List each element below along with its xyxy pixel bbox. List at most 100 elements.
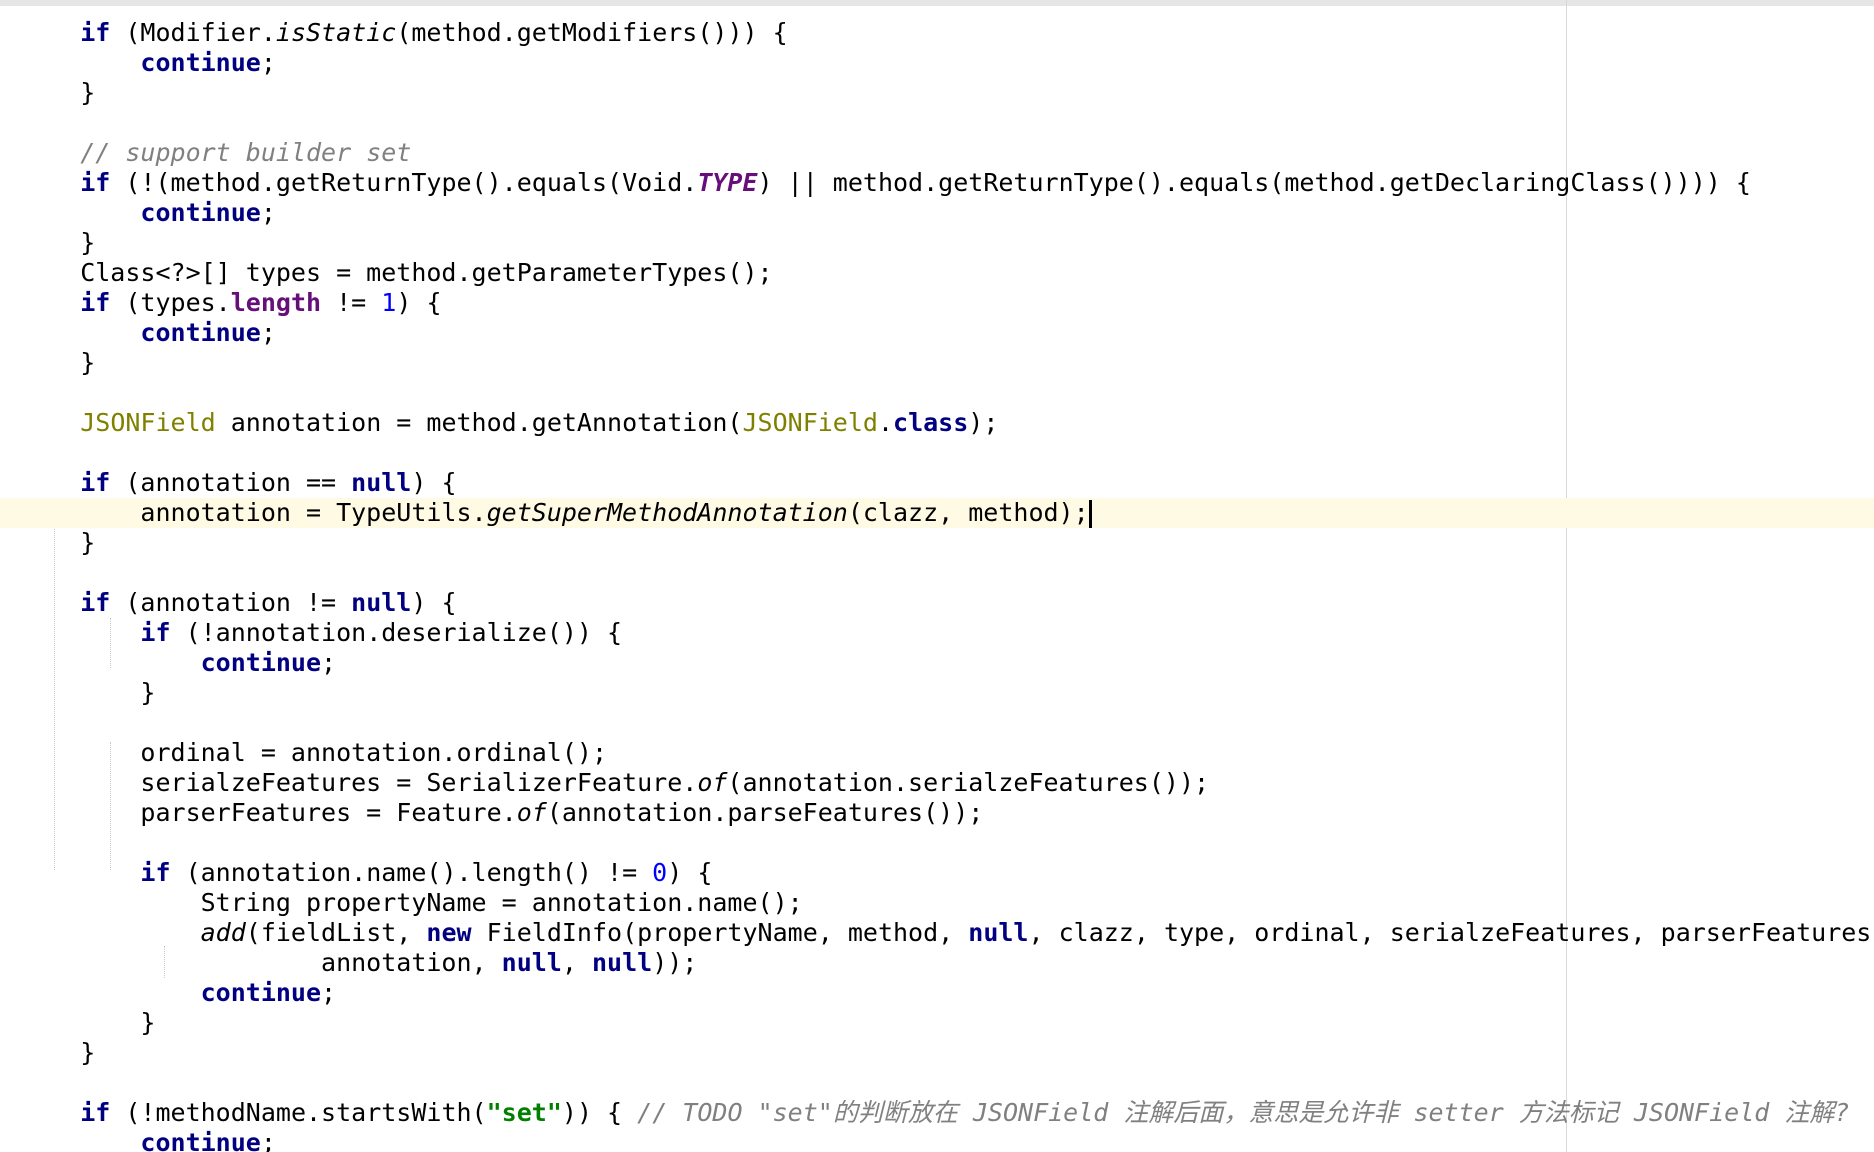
code-token: (!methodName.startsWith(: [110, 1098, 487, 1127]
code-token: continue: [140, 198, 261, 227]
code-token: null: [968, 918, 1029, 947]
code-token: ) {: [411, 468, 457, 497]
code-line[interactable]: [0, 378, 1874, 408]
code-token: annotation = TypeUtils.: [20, 498, 487, 527]
code-line[interactable]: continue;: [0, 48, 1874, 78]
code-editor[interactable]: if (Modifier.isStatic(method.getModifier…: [0, 0, 1874, 1152]
code-line[interactable]: if (annotation != null) {: [0, 588, 1874, 618]
code-line-current[interactable]: annotation = TypeUtils.getSuperMethodAnn…: [0, 498, 1874, 528]
code-token: continue: [140, 48, 261, 77]
code-token: null: [501, 948, 562, 977]
code-line[interactable]: continue;: [0, 198, 1874, 228]
code-token: (Modifier.: [110, 18, 276, 47]
code-token: new: [426, 918, 472, 947]
code-line[interactable]: }: [0, 228, 1874, 258]
code-token: 0: [652, 858, 668, 887]
code-token: ) {: [396, 288, 442, 317]
code-line[interactable]: if (Modifier.isStatic(method.getModifier…: [0, 18, 1874, 48]
code-line[interactable]: add(fieldList, new FieldInfo(propertyNam…: [0, 918, 1874, 948]
code-token: of: [697, 768, 728, 797]
code-token: ));: [652, 948, 698, 977]
text-caret: [1088, 500, 1092, 528]
code-token: }: [20, 78, 96, 107]
code-line[interactable]: [0, 558, 1874, 588]
code-token: 1: [381, 288, 397, 317]
code-line[interactable]: JSONField annotation = method.getAnnotat…: [0, 408, 1874, 438]
code-token: (annotation !=: [110, 588, 352, 617]
code-token: (annotation.parseFeatures());: [546, 798, 984, 827]
code-line[interactable]: if (annotation.name().length() != 0) {: [0, 858, 1874, 888]
code-line[interactable]: if (!(method.getReturnType().equals(Void…: [0, 168, 1874, 198]
code-token: (annotation.name().length() !=: [170, 858, 653, 887]
code-line[interactable]: if (!methodName.startsWith("set")) { // …: [0, 1098, 1874, 1128]
code-token: ) || method.getReturnType().equals(metho…: [757, 168, 1751, 197]
code-token: if: [80, 168, 111, 197]
code-token: if: [80, 468, 111, 497]
code-line[interactable]: // support builder set: [0, 138, 1874, 168]
code-line[interactable]: continue;: [0, 978, 1874, 1008]
code-line[interactable]: }: [0, 528, 1874, 558]
code-token: if: [140, 618, 171, 647]
code-token: parserFeatures = Feature.: [20, 798, 517, 827]
code-line[interactable]: [0, 1068, 1874, 1098]
code-line[interactable]: if (annotation == null) {: [0, 468, 1874, 498]
code-token: FieldInfo(propertyName, method,: [471, 918, 969, 947]
code-token: (!(method.getReturnType().equals(Void.: [110, 168, 698, 197]
code-line[interactable]: [0, 828, 1874, 858]
code-token: of: [516, 798, 547, 827]
code-line[interactable]: }: [0, 348, 1874, 378]
code-line[interactable]: }: [0, 1038, 1874, 1068]
code-line[interactable]: ordinal = annotation.ordinal();: [0, 738, 1874, 768]
code-token: continue: [200, 648, 322, 677]
code-token: String propertyName = annotation.name();: [20, 888, 803, 917]
code-token: JSONField: [80, 408, 216, 437]
code-token: !=: [321, 288, 382, 317]
code-line[interactable]: String propertyName = annotation.name();: [0, 888, 1874, 918]
code-token: }: [20, 1038, 96, 1067]
code-line[interactable]: if (!annotation.deserialize()) {: [0, 618, 1874, 648]
code-token: }: [20, 528, 96, 557]
code-line[interactable]: [0, 708, 1874, 738]
code-token: ) {: [411, 588, 457, 617]
code-token: }: [20, 1008, 156, 1037]
code-line[interactable]: continue;: [0, 648, 1874, 678]
code-token: annotation = method.getAnnotation(: [215, 408, 743, 437]
code-token: ;: [321, 648, 337, 677]
code-token: getSuperMethodAnnotation: [486, 498, 848, 527]
code-line[interactable]: continue;: [0, 1128, 1874, 1152]
code-token: ;: [260, 318, 276, 347]
code-line[interactable]: }: [0, 678, 1874, 708]
code-token: ;: [260, 48, 276, 77]
code-line[interactable]: continue;: [0, 318, 1874, 348]
code-token: continue: [140, 1128, 261, 1152]
code-token: if: [80, 1098, 111, 1127]
code-line[interactable]: annotation, null, null));: [0, 948, 1874, 978]
code-line[interactable]: serialzeFeatures = SerializerFeature.of(…: [0, 768, 1874, 798]
code-token: (fieldList,: [245, 918, 427, 947]
code-line[interactable]: [0, 108, 1874, 138]
code-line[interactable]: Class<?>[] types = method.getParameterTy…: [0, 258, 1874, 288]
code-line[interactable]: [0, 438, 1874, 468]
code-token: // support builder set: [80, 138, 412, 167]
code-line[interactable]: parserFeatures = Feature.of(annotation.p…: [0, 798, 1874, 828]
code-token: }: [20, 228, 96, 257]
code-area[interactable]: if (Modifier.isStatic(method.getModifier…: [0, 18, 1874, 1152]
editor-top-border: [0, 0, 1874, 6]
code-token: , clazz, type, ordinal, serialzeFeatures…: [1028, 918, 1874, 947]
code-token: Class<?>[] types = method.getParameterTy…: [20, 258, 773, 287]
code-token: (method.getModifiers())) {: [396, 18, 788, 47]
code-token: continue: [140, 318, 261, 347]
code-line[interactable]: }: [0, 78, 1874, 108]
code-line[interactable]: if (types.length != 1) {: [0, 288, 1874, 318]
code-line[interactable]: }: [0, 1008, 1874, 1038]
